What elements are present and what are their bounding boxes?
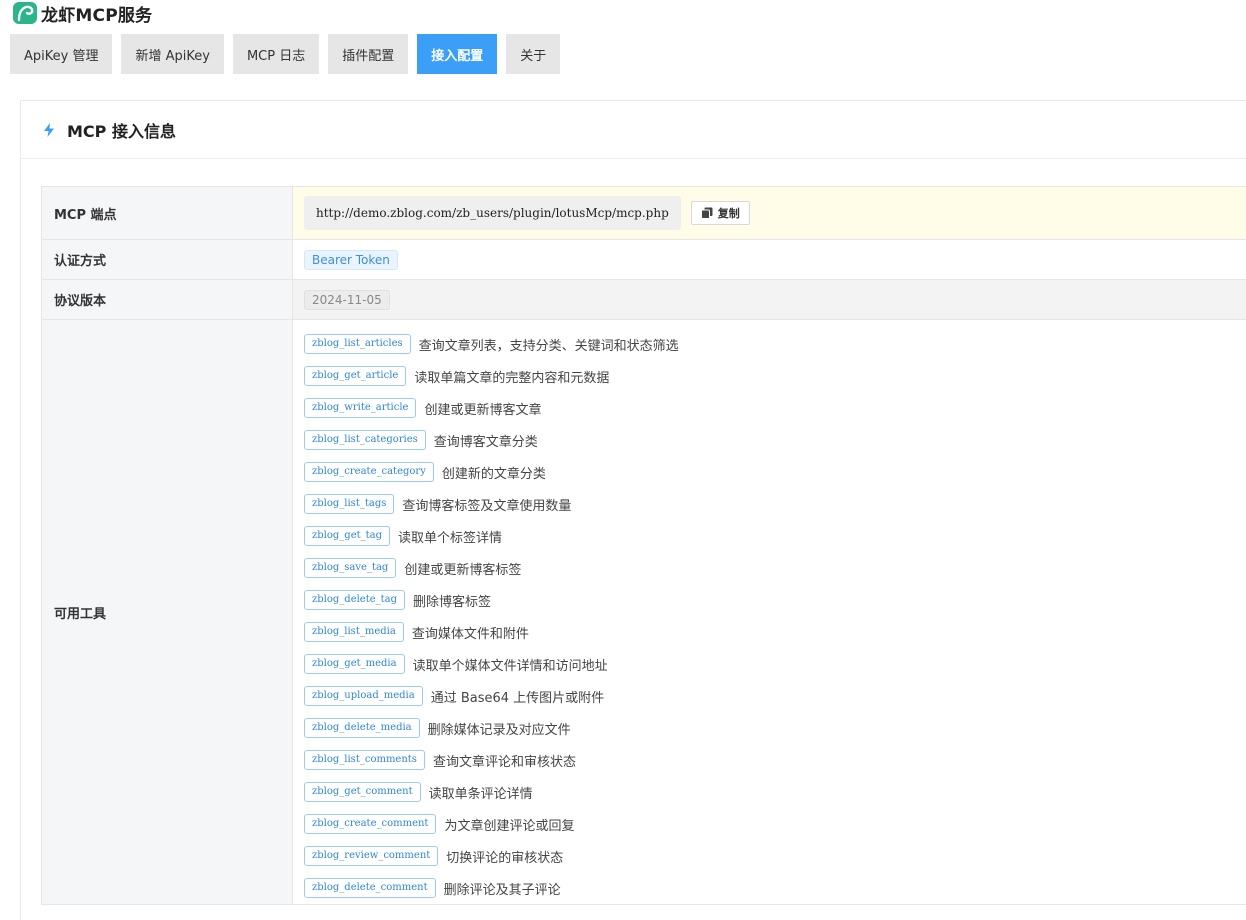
copy-button-label: 复制 <box>717 207 740 220</box>
tool-name-tag: zblog_get_media <box>304 654 405 674</box>
tool-item: zblog_list_comments 查询文章评论和审核状态 <box>304 744 1246 776</box>
mcp-info-card: MCP 接入信息 MCP 端点 http://demo.zblog.com/zb… <box>20 100 1246 920</box>
tool-item: zblog_list_articles 查询文章列表，支持分类、关键词和状态筛选 <box>304 328 1246 360</box>
tool-item: zblog_get_article 读取单篇文章的完整内容和元数据 <box>304 360 1246 392</box>
tool-item: zblog_review_comment 切换评论的审核状态 <box>304 840 1246 872</box>
tool-description: 为文章创建评论或回复 <box>444 818 575 834</box>
tool-name-tag: zblog_write_article <box>304 398 417 418</box>
tool-description: 查询媒体文件和附件 <box>411 626 529 642</box>
tool-name-tag: zblog_get_comment <box>304 782 421 802</box>
tool-description: 查询文章评论和审核状态 <box>432 754 576 770</box>
auth-row: 认证方式 Bearer Token <box>42 240 1246 280</box>
tool-description: 读取单篇文章的完整内容和元数据 <box>414 370 610 386</box>
tool-description: 查询博客文章分类 <box>433 434 538 450</box>
tools-label: 可用工具 <box>42 320 293 904</box>
auth-badge: Bearer Token <box>304 249 398 270</box>
tab-plugin-config[interactable]: 插件配置 <box>328 34 409 74</box>
tool-item: zblog_create_comment 为文章创建评论或回复 <box>304 808 1246 840</box>
tool-item: zblog_get_tag 读取单个标签详情 <box>304 520 1246 552</box>
tool-description: 查询博客标签及文章使用数量 <box>402 498 572 514</box>
tool-name-tag: zblog_delete_tag <box>304 590 406 610</box>
tool-name-tag: zblog_upload_media <box>304 686 423 706</box>
tool-item: zblog_list_tags 查询博客标签及文章使用数量 <box>304 488 1246 520</box>
tool-list: zblog_list_articles 查询文章列表，支持分类、关键词和状态筛选 z… <box>293 320 1246 904</box>
tool-description: 读取单条评论详情 <box>428 786 533 802</box>
tool-item: zblog_delete_media 删除媒体记录及对应文件 <box>304 712 1246 744</box>
nav-tabs: ApiKey 管理 新增 ApiKey MCP 日志 插件配置 接入配置 关于 <box>10 34 569 74</box>
endpoint-value-cell: http://demo.zblog.com/zb_users/plugin/lo… <box>293 187 1246 239</box>
auth-value-cell: Bearer Token <box>293 240 1246 279</box>
tool-description: 删除博客标签 <box>413 594 492 610</box>
tool-description: 删除评论及其子评论 <box>443 882 561 898</box>
tool-item: zblog_list_media 查询媒体文件和附件 <box>304 616 1246 648</box>
tool-name-tag: zblog_delete_comment <box>304 878 436 898</box>
tools-row: 可用工具 zblog_list_articles 查询文章列表，支持分类、关键词和… <box>42 320 1246 905</box>
app-header: 龙虾MCP服务 <box>12 0 152 26</box>
info-table: MCP 端点 http://demo.zblog.com/zb_users/pl… <box>41 186 1246 905</box>
tool-name-tag: zblog_review_comment <box>304 846 439 866</box>
tool-item: zblog_get_comment 读取单条评论详情 <box>304 776 1246 808</box>
tool-item: zblog_write_article 创建或更新博客文章 <box>304 392 1246 424</box>
endpoint-label: MCP 端点 <box>42 187 293 239</box>
tool-name-tag: zblog_get_article <box>304 366 407 386</box>
tool-item: zblog_delete_tag 删除博客标签 <box>304 584 1246 616</box>
auth-label: 认证方式 <box>42 240 293 279</box>
version-label: 协议版本 <box>42 280 293 319</box>
tool-name-tag: zblog_list_comments <box>304 750 425 770</box>
app-title: 龙虾MCP服务 <box>41 5 153 26</box>
tab-access-config[interactable]: 接入配置 <box>417 34 498 74</box>
tool-item: zblog_upload_media 通过 Base64 上传图片或附件 <box>304 680 1246 712</box>
tool-name-tag: zblog_create_category <box>304 462 434 482</box>
tool-name-tag: zblog_list_media <box>304 622 404 642</box>
bolt-icon <box>44 122 54 137</box>
tool-name-tag: zblog_delete_media <box>304 718 420 738</box>
tool-name-tag: zblog_get_tag <box>304 526 391 546</box>
tool-item: zblog_delete_comment 删除评论及其子评论 <box>304 872 1246 904</box>
tool-item: zblog_save_tag 创建或更新博客标签 <box>304 552 1246 584</box>
copy-button[interactable]: 复制 <box>690 201 750 225</box>
tool-description: 创建或更新博客标签 <box>404 562 522 578</box>
copy-icon <box>700 207 713 219</box>
tool-name-tag: zblog_save_tag <box>304 558 397 578</box>
card-title: MCP 接入信息 <box>67 121 176 141</box>
version-badge: 2024-11-05 <box>304 289 390 310</box>
version-value-cell: 2024-11-05 <box>293 280 1246 319</box>
tool-description: 切换评论的审核状态 <box>446 850 564 866</box>
endpoint-row: MCP 端点 http://demo.zblog.com/zb_users/pl… <box>42 187 1246 240</box>
tool-description: 读取单个媒体文件详情和访问地址 <box>412 658 608 674</box>
lobster-logo-icon <box>13 2 37 24</box>
tool-name-tag: zblog_list_categories <box>304 430 426 450</box>
tool-description: 创建新的文章分类 <box>441 466 546 482</box>
tab-about[interactable]: 关于 <box>506 34 561 74</box>
tool-item: zblog_get_media 读取单个媒体文件详情和访问地址 <box>304 648 1246 680</box>
tool-description: 查询文章列表，支持分类、关键词和状态筛选 <box>418 338 679 354</box>
tool-name-tag: zblog_list_articles <box>304 334 411 354</box>
tool-item: zblog_create_category 创建新的文章分类 <box>304 456 1246 488</box>
tool-name-tag: zblog_create_comment <box>304 814 437 834</box>
tool-description: 读取单个标签详情 <box>398 530 503 546</box>
tool-description: 创建或更新博客文章 <box>424 402 542 418</box>
tab-add-apikey[interactable]: 新增 ApiKey <box>121 34 224 74</box>
endpoint-url[interactable]: http://demo.zblog.com/zb_users/plugin/lo… <box>304 196 681 230</box>
tab-mcp-log[interactable]: MCP 日志 <box>232 34 320 74</box>
tool-description: 通过 Base64 上传图片或附件 <box>430 690 605 706</box>
version-row: 协议版本 2024-11-05 <box>42 280 1246 320</box>
tool-item: zblog_list_categories 查询博客文章分类 <box>304 424 1246 456</box>
tab-apikey-manage[interactable]: ApiKey 管理 <box>10 34 113 74</box>
card-header: MCP 接入信息 <box>21 101 1246 159</box>
tool-description: 删除媒体记录及对应文件 <box>427 722 571 738</box>
tool-name-tag: zblog_list_tags <box>304 494 395 514</box>
